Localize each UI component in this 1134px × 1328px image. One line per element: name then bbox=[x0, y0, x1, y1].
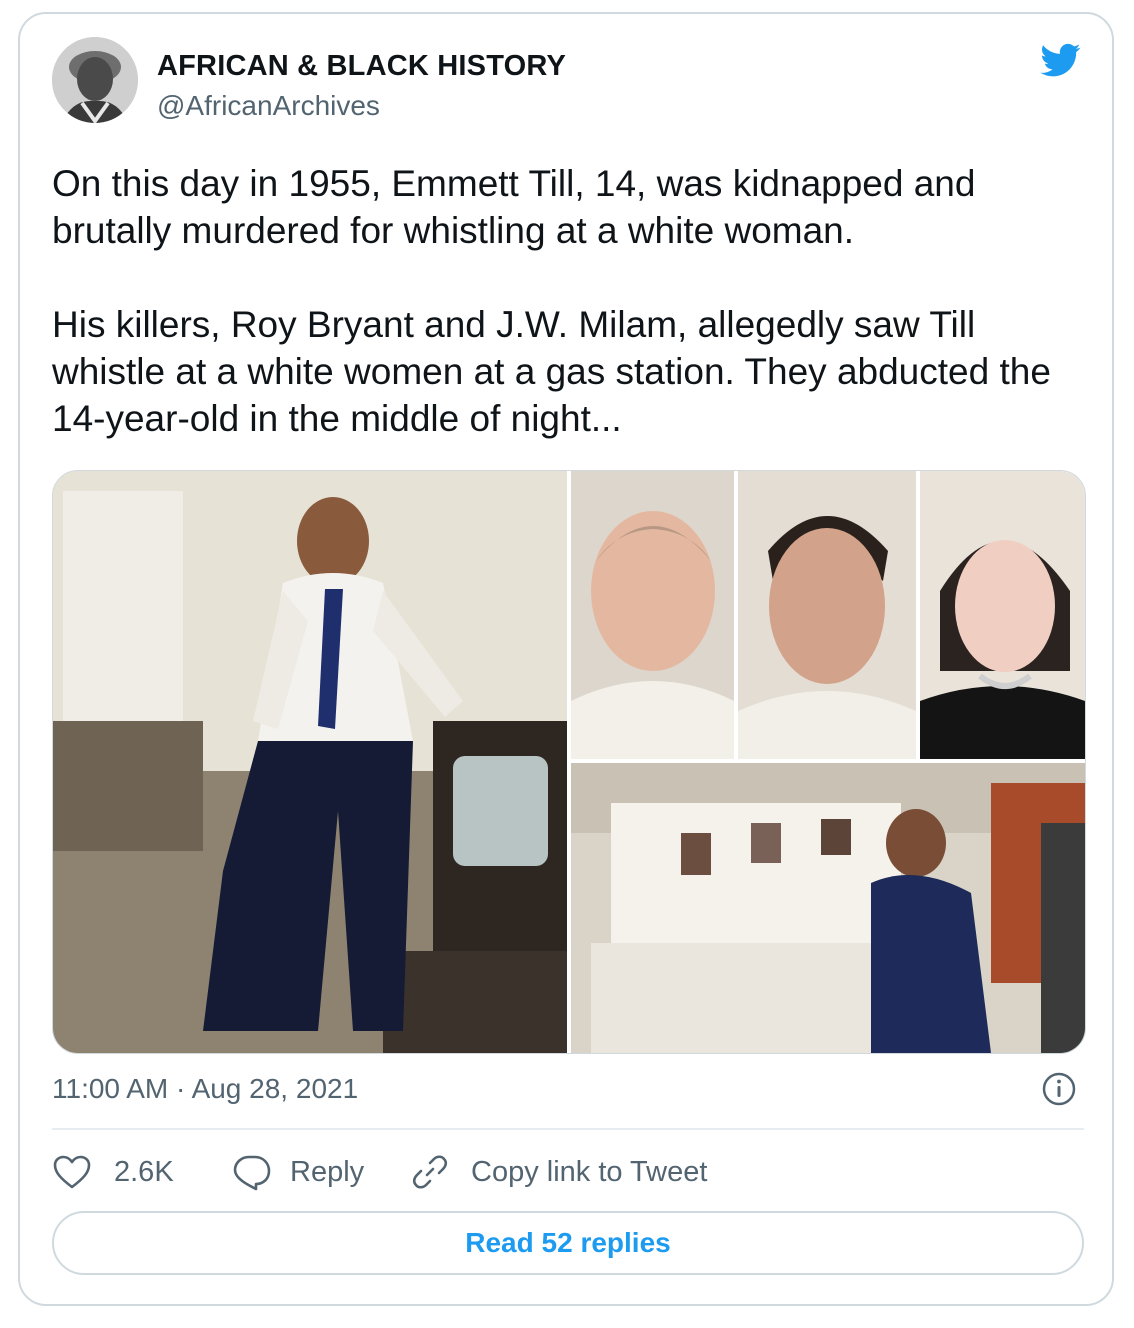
media-grid[interactable] bbox=[52, 470, 1086, 1054]
heart-icon bbox=[53, 1155, 91, 1189]
tweet-paragraph-2: His killers, Roy Bryant and J.W. Milam, … bbox=[52, 304, 1051, 439]
photo-man-1[interactable] bbox=[571, 471, 734, 759]
photo-boy-portrait[interactable] bbox=[53, 471, 567, 1053]
link-icon bbox=[412, 1155, 448, 1189]
photo-man-2[interactable] bbox=[738, 471, 916, 759]
tweet-paragraph-1: On this day in 1955, Emmett Till, 14, wa… bbox=[52, 163, 976, 251]
read-replies-button[interactable]: Read 52 replies bbox=[52, 1211, 1084, 1275]
divider bbox=[52, 1128, 1084, 1130]
author-name[interactable]: AFRICAN & BLACK HISTORY bbox=[157, 50, 566, 83]
like-count: 2.6K bbox=[114, 1155, 174, 1188]
photo-casket-scene[interactable] bbox=[571, 763, 1085, 1053]
reply-icon bbox=[233, 1155, 271, 1191]
copy-link-action[interactable]: Copy link to Tweet bbox=[411, 1150, 707, 1194]
tweet-text: On this day in 1955, Emmett Till, 14, wa… bbox=[52, 160, 1062, 442]
tweet-timestamp[interactable]: 11:00 AM · Aug 28, 2021 bbox=[52, 1073, 358, 1105]
info-icon[interactable] bbox=[1042, 1072, 1076, 1106]
reply-action[interactable]: Reply bbox=[232, 1150, 364, 1194]
avatar[interactable] bbox=[52, 37, 138, 123]
reply-label: Reply bbox=[290, 1155, 365, 1188]
like-action[interactable]: 2.6K bbox=[52, 1150, 174, 1194]
twitter-bird-icon[interactable] bbox=[1036, 40, 1086, 80]
author-handle[interactable]: @AfricanArchives bbox=[157, 90, 380, 122]
photo-woman[interactable] bbox=[920, 471, 1085, 759]
copy-link-label: Copy link to Tweet bbox=[471, 1155, 708, 1188]
